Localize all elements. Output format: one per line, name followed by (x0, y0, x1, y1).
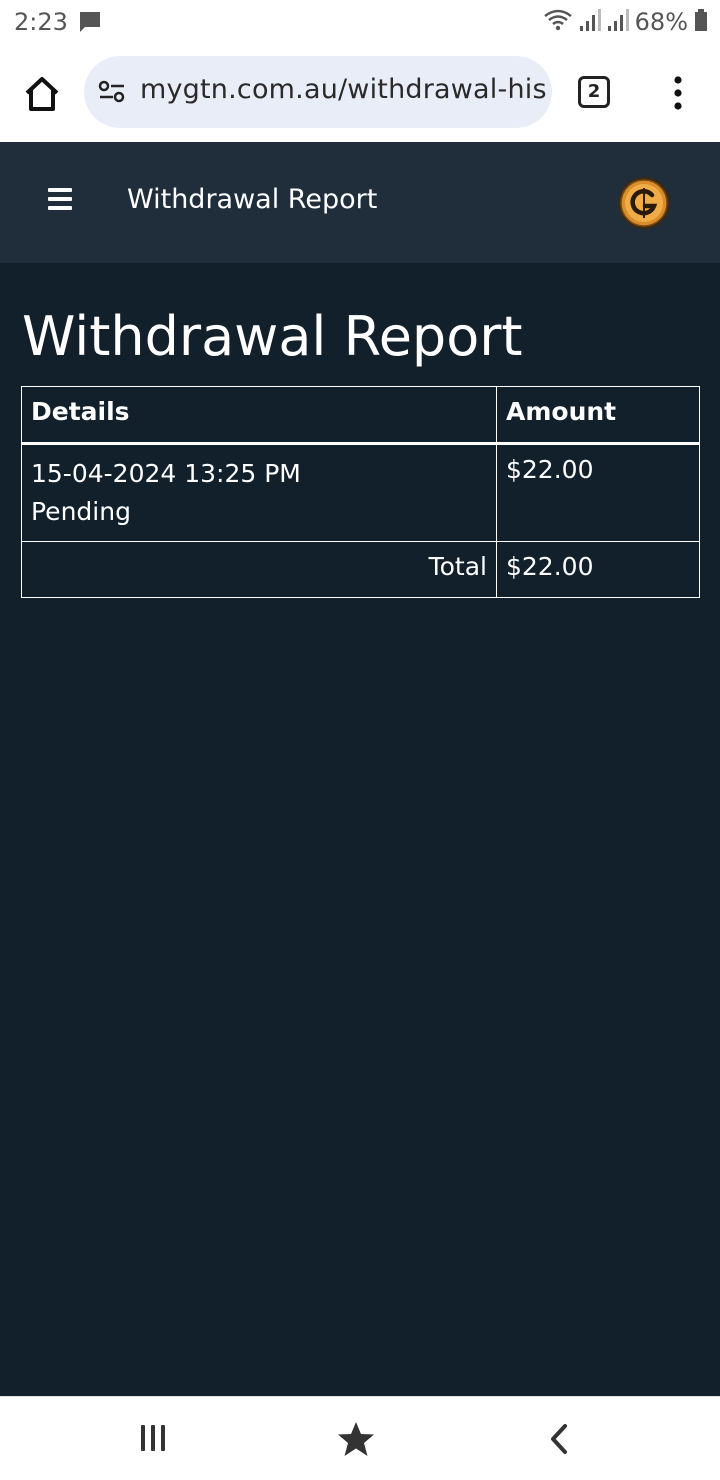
details-cell: 15-04-2024 13:25 PM Pending (21, 443, 497, 542)
table-row: 15-04-2024 13:25 PM Pending $22.00 (21, 443, 700, 542)
battery-icon (694, 8, 708, 36)
more-vert-icon[interactable] (664, 74, 692, 114)
wifi-icon (543, 8, 573, 36)
hamburger-icon[interactable] (48, 188, 78, 216)
withdrawal-datetime: 15-04-2024 13:25 PM (31, 459, 301, 488)
site-settings-icon[interactable] (98, 78, 126, 110)
signal-icon (579, 8, 601, 36)
withdrawal-amount: $22.00 (496, 443, 700, 542)
gtn-logo[interactable] (617, 176, 671, 230)
signal-icon (607, 8, 629, 36)
recents-icon[interactable] (141, 1425, 171, 1453)
back-icon[interactable] (546, 1423, 572, 1455)
app-header: Withdrawal Report (0, 142, 720, 263)
tab-switcher-button[interactable]: 2 (578, 76, 610, 108)
battery-percent: 68% (634, 8, 688, 36)
total-amount: $22.00 (496, 541, 700, 598)
total-label: Total (21, 541, 497, 598)
address-bar[interactable]: mygtn.com.au/withdrawal-his (84, 56, 552, 128)
home-icon[interactable] (20, 72, 64, 116)
main-content: Withdrawal Report Details Amount 15-04-2… (0, 263, 720, 1396)
home-star-icon[interactable] (337, 1421, 375, 1457)
table-header-row: Details Amount (21, 386, 700, 445)
column-header-details: Details (21, 386, 497, 445)
status-bar: 2:23 68% (0, 0, 720, 44)
system-navigation-bar (0, 1396, 720, 1480)
url-text[interactable]: mygtn.com.au/withdrawal-his (140, 74, 547, 105)
status-time: 2:23 (14, 8, 68, 36)
withdrawal-status: Pending (31, 497, 131, 526)
header-title: Withdrawal Report (127, 184, 378, 215)
table-total-row: Total $22.00 (21, 541, 700, 598)
message-icon (78, 10, 102, 38)
column-header-amount: Amount (496, 386, 700, 445)
browser-toolbar: mygtn.com.au/withdrawal-his 2 (0, 44, 720, 142)
page-title: Withdrawal Report (22, 305, 523, 368)
withdrawal-table: Details Amount 15-04-2024 13:25 PM Pendi… (21, 386, 700, 598)
status-icons: 68% (543, 6, 708, 38)
